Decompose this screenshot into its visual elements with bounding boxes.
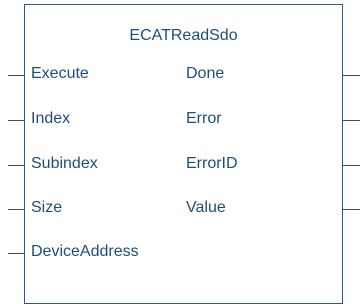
input-pin-index xyxy=(8,120,25,121)
output-label-error-id: ErrorID xyxy=(186,155,238,172)
input-label-index: Index xyxy=(31,110,71,127)
output-label-done: Done xyxy=(186,65,225,82)
output-label-error: Error xyxy=(186,110,222,127)
input-label-device-address: DeviceAddress xyxy=(31,243,139,260)
input-label-size: Size xyxy=(31,199,63,216)
function-block-title: ECATReadSdo xyxy=(129,27,238,44)
output-label-value: Value xyxy=(186,199,226,216)
input-pin-subindex xyxy=(8,165,25,166)
output-pin-error-id xyxy=(343,165,360,166)
input-pin-size xyxy=(8,209,25,210)
input-label-execute: Execute xyxy=(31,65,89,82)
output-pin-value xyxy=(343,209,360,210)
input-pin-execute xyxy=(8,75,25,76)
output-pin-done xyxy=(343,75,360,76)
input-label-subindex: Subindex xyxy=(31,155,98,172)
output-pin-error xyxy=(343,120,360,121)
input-pin-device-address xyxy=(8,253,25,254)
